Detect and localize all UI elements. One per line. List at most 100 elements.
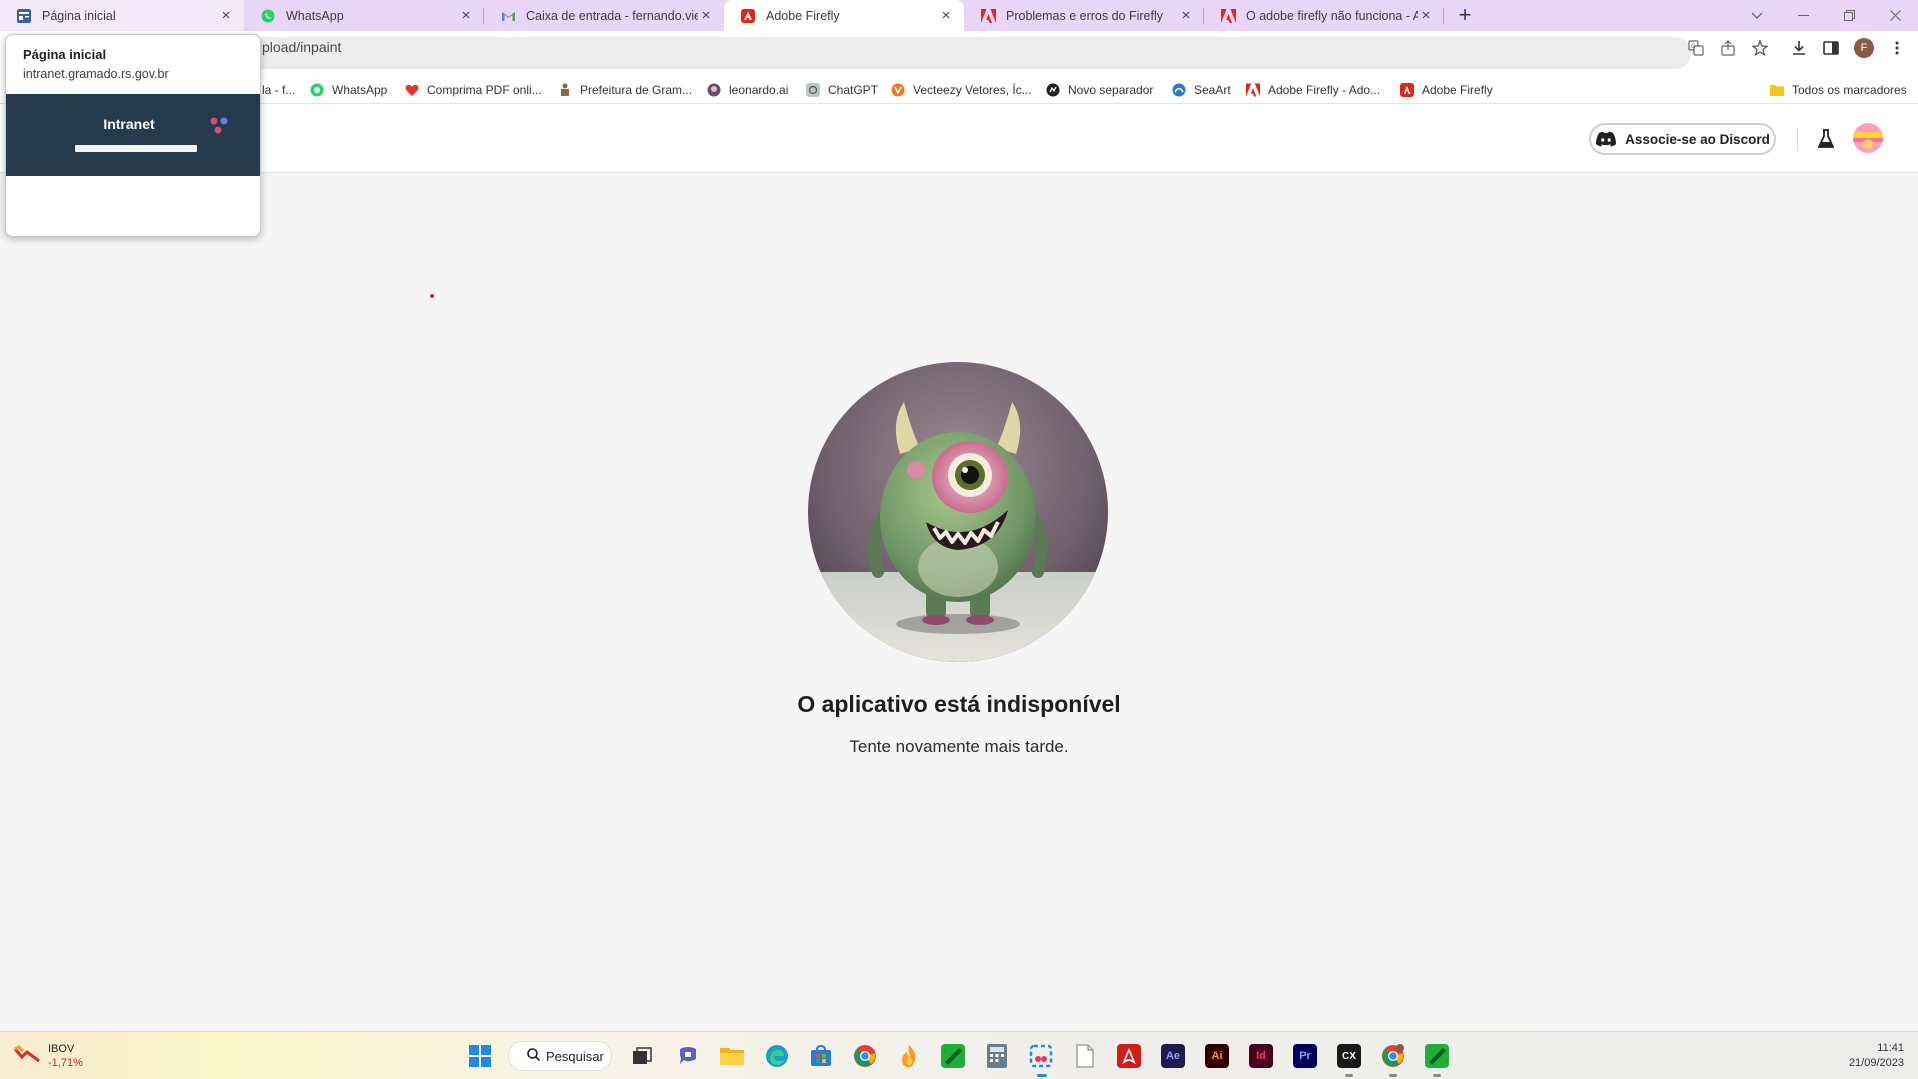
clock-date: 21/09/2023 [1848, 1057, 1904, 1069]
tab-problemas-firefly[interactable]: Problemas e erros do Firefly × [964, 0, 1204, 31]
app-header: Associe-se ao Discord [0, 104, 1918, 173]
bookmark-label: leonardo.ai [729, 83, 789, 97]
tab-hover-card: Página inicial intranet.gramado.rs.gov.b… [5, 34, 261, 237]
all-bookmarks-folder[interactable]: Todos os marcadores [1770, 81, 1907, 99]
teams-icon[interactable] [676, 1044, 700, 1068]
close-icon[interactable]: × [218, 7, 234, 24]
fire-icon[interactable] [897, 1044, 921, 1068]
whatsapp-icon [260, 8, 276, 24]
tab-firefly-nao-funciona[interactable]: O adobe firefly não funciona - Ac × [1204, 0, 1444, 31]
hover-card-url: intranet.gramado.rs.gov.br [23, 67, 169, 81]
acrobat-icon[interactable] [1117, 1044, 1141, 1068]
notepad-icon[interactable] [1073, 1044, 1097, 1068]
bookmark-label: Prefeitura de Gram... [580, 83, 693, 97]
bookmark-adobe-firefly[interactable]: Adobe Firefly [1400, 81, 1493, 99]
minimize-icon[interactable] [1780, 0, 1826, 31]
bookmark-seaart[interactable]: SeaArt [1172, 81, 1231, 99]
indesign-icon[interactable]: Id [1249, 1044, 1273, 1068]
stock-widget[interactable]: IBOV -1,71% [14, 1042, 83, 1070]
bookmark-comprima-pdf[interactable]: Comprima PDF onli... [405, 81, 542, 99]
bookmark-leonardo[interactable]: leonardo.ai [707, 81, 788, 99]
svg-text:G: G [1691, 43, 1696, 50]
restore-icon[interactable] [1826, 0, 1872, 31]
premiere-icon[interactable]: Pr [1293, 1044, 1317, 1068]
tab-gmail[interactable]: Caixa de entrada - fernando.vieg × [484, 0, 724, 31]
tab-title: WhatsApp [286, 8, 344, 23]
close-icon[interactable]: × [1178, 7, 1194, 24]
edge-icon[interactable] [765, 1044, 789, 1068]
calculator-icon[interactable] [985, 1044, 1009, 1068]
join-discord-button[interactable]: Associe-se ao Discord [1589, 123, 1776, 155]
task-view-icon[interactable] [630, 1044, 654, 1068]
new-tab-button[interactable]: + [1452, 3, 1478, 29]
hover-card-thumbnail: Intranet [6, 94, 260, 176]
tab-title: Adobe Firefly [766, 8, 840, 23]
close-icon[interactable]: × [1418, 7, 1434, 24]
app-green-2-icon[interactable] [1425, 1044, 1449, 1068]
illustrator-icon[interactable]: Ai [1205, 1044, 1229, 1068]
bookmarks-bar: la - f... WhatsApp Comprima PDF onli... … [0, 75, 1918, 104]
globe-icon [1046, 83, 1060, 97]
main-content: O aplicativo está indisponível Tente nov… [0, 174, 1918, 1031]
bookmark-novo-separador[interactable]: Novo separador [1046, 81, 1153, 99]
bookmark-adobe-firefly-ado[interactable]: Adobe Firefly - Ado... [1246, 81, 1380, 99]
tab-title: O adobe firefly não funciona - Ac [1246, 8, 1418, 23]
adobe-icon [980, 8, 996, 24]
chrome-profile-icon[interactable] [1381, 1044, 1405, 1068]
bookmark-label: Novo separador [1068, 83, 1154, 97]
chrome-icon[interactable] [853, 1044, 877, 1068]
intranet-icon [16, 8, 32, 24]
close-icon[interactable]: × [458, 7, 474, 24]
adobe-icon [740, 8, 756, 24]
address-bar[interactable] [120, 37, 1691, 69]
tab-adobe-firefly[interactable]: Adobe Firefly × [724, 0, 964, 31]
capcut-icon[interactable]: CX [1337, 1044, 1361, 1068]
tab-title: Página inicial [42, 8, 116, 23]
search-icon [527, 1048, 541, 1064]
kebab-menu-icon[interactable] [1888, 39, 1906, 57]
download-icon[interactable] [1790, 39, 1808, 57]
bookmark-label: Vecteezy Vetores, Íc... [913, 83, 1032, 97]
taskbar-search[interactable]: Pesquisar [508, 1041, 612, 1071]
close-icon[interactable]: × [698, 7, 714, 24]
snipping-tool-icon[interactable] [1029, 1044, 1053, 1068]
tab-search-icon[interactable] [1734, 0, 1780, 31]
user-avatar[interactable] [1853, 123, 1883, 153]
running-app-indicator [1433, 1074, 1441, 1077]
bookmark-vecteezy[interactable]: Vecteezy Vetores, Íc... [891, 81, 1032, 99]
tab-strip: Página inicial × WhatsApp × Caixa de ent… [0, 0, 1918, 31]
share-icon[interactable] [1719, 39, 1737, 57]
tab-pagina-inicial[interactable]: Página inicial × [0, 0, 244, 31]
bookmark-label: Comprima PDF onli... [427, 83, 542, 97]
bookmark-label: ChatGPT [828, 83, 879, 97]
adobe-icon [1400, 83, 1414, 97]
tab-whatsapp[interactable]: WhatsApp × [244, 0, 484, 31]
whatsapp-icon [310, 83, 324, 97]
profile-avatar[interactable]: F [1854, 38, 1874, 58]
close-icon[interactable]: × [938, 7, 954, 24]
after-effects-icon[interactable]: Ae [1161, 1044, 1185, 1068]
close-window-icon[interactable] [1872, 0, 1918, 31]
discord-icon [1595, 131, 1617, 147]
adobe-icon [1220, 8, 1236, 24]
store-icon[interactable] [809, 1044, 833, 1068]
bookmark-prefeitura[interactable]: Prefeitura de Gram... [558, 81, 692, 99]
cursor-dot [430, 294, 434, 298]
file-explorer-icon[interactable] [720, 1044, 744, 1068]
windows-start-icon[interactable] [468, 1044, 492, 1068]
browser-toolbar: pload/inpaint G F [0, 31, 1918, 75]
bookmark-item[interactable]: la - f... [262, 81, 295, 99]
flask-icon[interactable] [1815, 126, 1837, 152]
unavailable-subtitle: Tente novamente mais tarde. [849, 737, 1069, 756]
translate-icon[interactable]: G [1687, 39, 1705, 57]
gmail-icon [500, 8, 516, 24]
bookmark-whatsapp[interactable]: WhatsApp [310, 81, 387, 99]
thumbnail-search-bar [75, 145, 197, 152]
bookmark-star-icon[interactable] [1751, 39, 1769, 57]
bookmark-chatgpt[interactable]: ChatGPT [806, 81, 878, 99]
side-panel-icon[interactable] [1822, 39, 1840, 57]
folder-icon [1770, 83, 1784, 97]
app-green-icon[interactable] [941, 1044, 965, 1068]
system-clock[interactable]: 11:41 21/09/2023 [1838, 1041, 1904, 1071]
tab-separator [1443, 8, 1444, 24]
